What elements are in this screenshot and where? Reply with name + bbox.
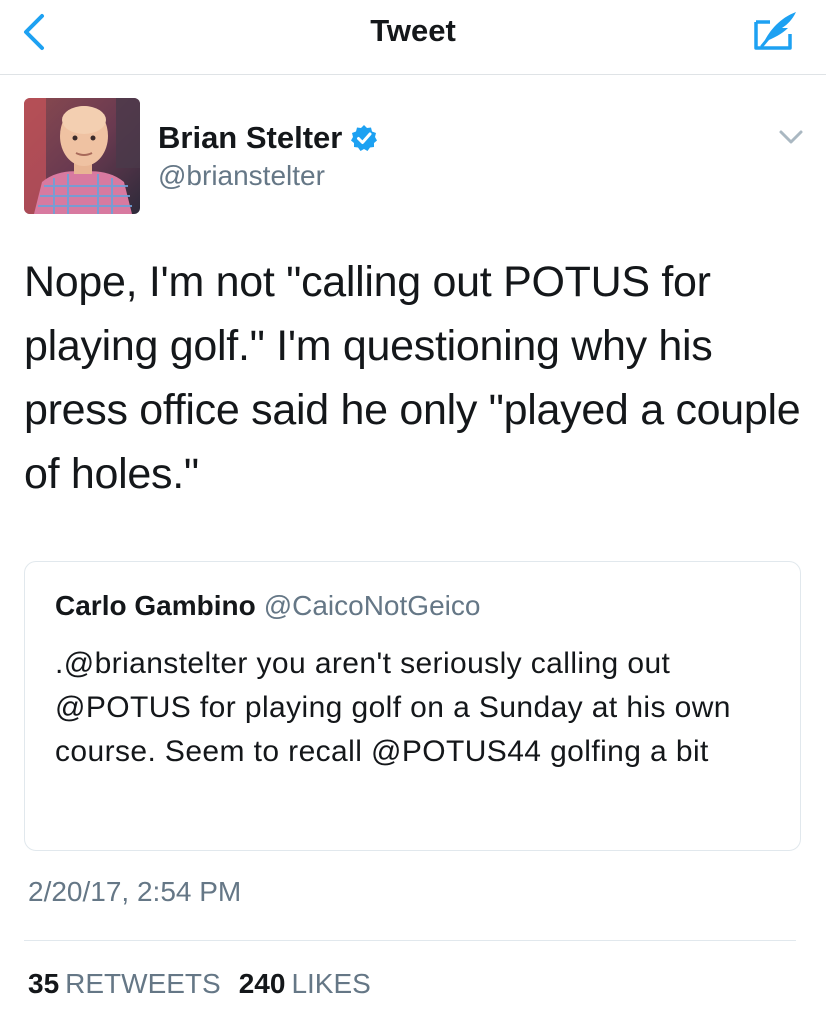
tweet-timestamp: 2/20/17, 2:54 PM	[28, 876, 242, 907]
chevron-down-icon	[779, 130, 803, 144]
retweets-stat[interactable]: 35 RETWEETS	[28, 966, 221, 1002]
author-name[interactable]: Brian Stelter	[158, 120, 342, 156]
avatar-image	[24, 98, 140, 214]
divider	[24, 940, 796, 941]
avatar[interactable]	[24, 98, 140, 214]
retweets-count: 35	[28, 968, 60, 999]
compose-quill-icon	[754, 12, 796, 50]
quoted-tweet-header: Carlo Gambino @CaicoNotGeico	[55, 588, 480, 624]
navigation-bar: Tweet	[0, 0, 826, 75]
more-options-button[interactable]	[778, 128, 804, 146]
verified-badge-icon	[351, 125, 378, 151]
likes-stat[interactable]: 240 LIKES	[239, 966, 371, 1002]
author-handle[interactable]: @brianstelter	[158, 158, 325, 194]
quoted-author-name: Carlo Gambino	[55, 590, 256, 621]
page-title: Tweet	[370, 13, 456, 48]
quoted-author-handle: @CaicoNotGeico	[263, 590, 481, 621]
likes-count: 240	[238, 968, 286, 999]
quoted-tweet-text: .@brianstelter you aren't seriously call…	[55, 647, 731, 768]
likes-label: LIKES	[291, 968, 371, 999]
compose-button[interactable]	[750, 8, 800, 52]
tweet-text: Nope, I'm not "calling out POTUS for pla…	[24, 258, 801, 498]
retweets-label: RETWEETS	[65, 968, 221, 999]
quoted-tweet-card[interactable]: Carlo Gambino @CaicoNotGeico .@brianstelt…	[24, 561, 801, 851]
tweet-stats: 35 RETWEETS 240 LIKES	[28, 966, 389, 1002]
author-name-row[interactable]: Brian Stelter	[158, 118, 378, 158]
